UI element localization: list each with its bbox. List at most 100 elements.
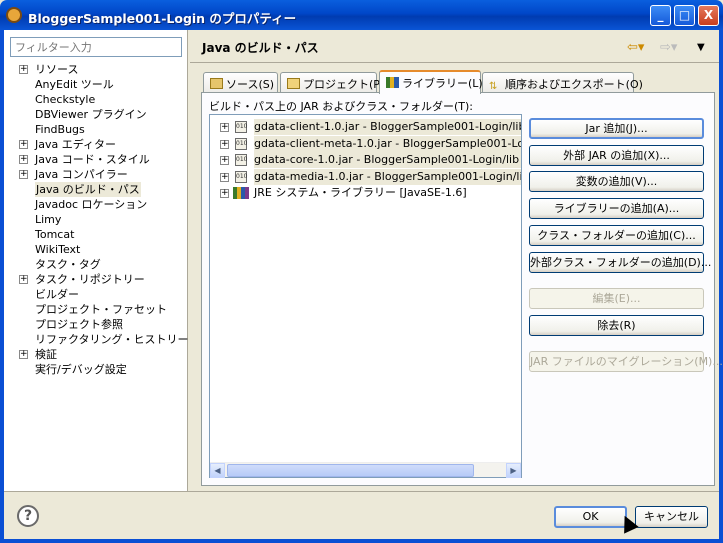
tree-item-label: リファクタリング・ヒストリー [35, 333, 189, 346]
expand-icon[interactable]: + [19, 155, 28, 164]
list-item-label: gdata-core-1.0.jar - BloggerSample001-Lo… [254, 152, 521, 168]
list-item[interactable]: +010 gdata-core-1.0.jar - BloggerSample00… [210, 152, 521, 168]
jar-file-icon: 010 [235, 154, 247, 166]
tab-projects[interactable]: プロジェクト(P) [280, 72, 384, 93]
tree-item[interactable]: + リソース [4, 62, 188, 77]
tab-libraries[interactable]: ライブラリー(L) [379, 70, 483, 94]
list-item[interactable]: + JRE システム・ライブラリー [JavaSE-1.6] [210, 185, 521, 201]
tree-item-label: プロジェクト参照 [35, 318, 123, 331]
eclipse-app-icon [6, 7, 22, 23]
tab-source[interactable]: ソース(S) [203, 72, 278, 93]
add-class-folder-button[interactable]: クラス・フォルダーの追加(C)... [529, 225, 704, 246]
project-folder-icon [287, 78, 300, 89]
filter-input[interactable] [10, 37, 182, 57]
window-title: BloggerSample001-Login のプロパティー [28, 11, 297, 26]
expand-icon[interactable]: + [19, 140, 28, 149]
list-item-label: JRE システム・ライブラリー [JavaSE-1.6] [254, 186, 467, 199]
tree-item[interactable]: Limy [4, 212, 188, 227]
close-button[interactable]: X [698, 5, 719, 26]
jar-file-icon: 010 [235, 170, 247, 183]
expand-icon[interactable]: + [220, 156, 229, 165]
list-item[interactable]: +010 gdata-client-meta-1.0.jar - BloggerS… [210, 135, 521, 152]
scroll-right-icon[interactable]: ▶ [506, 463, 521, 478]
edit-button[interactable]: 編集(E)... [529, 288, 704, 309]
tree-item[interactable]: + Java エディター [4, 137, 188, 152]
tree-item-label: WikiText [35, 243, 81, 256]
migrate-jar-button[interactable]: JAR ファイルのマイグレーション(M)... [529, 351, 723, 372]
tree-item[interactable]: ビルダー [4, 287, 188, 302]
tree-item[interactable]: + Java コンパイラー [4, 167, 188, 182]
tab-order-export[interactable]: ⇅ 順序およびエクスポート(O) [482, 72, 643, 93]
list-item-label: gdata-media-1.0.jar - BloggerSample001-L… [254, 168, 521, 185]
view-menu-icon[interactable]: ▼ [697, 42, 705, 53]
ok-button[interactable]: OK [554, 506, 627, 528]
header-divider [190, 62, 719, 63]
tree-item-label: タスク・リポジトリー [35, 273, 145, 286]
jar-file-icon: 010 [235, 121, 247, 133]
build-path-list[interactable]: +010 gdata-client-1.0.jar - BloggerSample… [209, 114, 522, 478]
tree-item[interactable]: + 検証 [4, 347, 188, 362]
tab-label: ソース(S) [226, 78, 275, 91]
expand-icon[interactable]: + [19, 170, 28, 179]
add-external-jar-button[interactable]: 外部 JAR の追加(X)... [529, 145, 704, 166]
expand-icon[interactable]: + [19, 350, 28, 359]
source-folder-icon [210, 78, 223, 89]
list-item[interactable]: +010 gdata-client-1.0.jar - BloggerSample… [210, 119, 521, 135]
tree-item[interactable]: プロジェクト参照 [4, 317, 188, 332]
tree-item-label: 検証 [35, 348, 57, 361]
tree-item[interactable]: Javadoc ロケーション [4, 197, 188, 212]
page-header: Java のビルド・パス ⇦▾ ⇨▾ ▼ [190, 30, 719, 62]
list-item-label: gdata-client-1.0.jar - BloggerSample001-… [254, 119, 521, 135]
order-export-icon: ⇅ [489, 81, 498, 92]
minimize-button[interactable]: _ [650, 5, 671, 26]
expand-icon[interactable]: + [220, 172, 229, 182]
title-bar[interactable]: BloggerSample001-Login のプロパティー _ □ X [0, 0, 723, 30]
tree-item[interactable]: タスク・タグ [4, 257, 188, 272]
expand-icon[interactable]: + [19, 275, 28, 284]
tree-item-label: Java コンパイラー [35, 168, 128, 181]
scroll-left-icon[interactable]: ◀ [210, 463, 225, 478]
cancel-button[interactable]: キャンセル [635, 506, 708, 528]
tree-item[interactable]: WikiText [4, 242, 188, 257]
forward-arrow-icon[interactable]: ⇨▾ [660, 40, 677, 55]
tree-item-label: ビルダー [35, 288, 79, 301]
jar-file-icon: 010 [235, 137, 247, 150]
help-icon[interactable]: ? [17, 505, 39, 527]
list-item[interactable]: +010 gdata-media-1.0.jar - BloggerSample0… [210, 168, 521, 185]
tree-item[interactable]: Java のビルド・パス [4, 182, 188, 197]
add-variable-button[interactable]: 変数の追加(V)... [529, 171, 704, 192]
remove-button[interactable]: 除去(R) [529, 315, 704, 336]
add-jar-button[interactable]: Jar 追加(J)... [529, 118, 704, 139]
scroll-thumb[interactable] [227, 464, 474, 477]
tree-item[interactable]: Checkstyle [4, 92, 188, 107]
add-library-button[interactable]: ライブラリーの追加(A)... [529, 198, 704, 219]
add-external-class-folder-button[interactable]: 外部クラス・フォルダーの追加(D)... [529, 252, 711, 273]
build-path-label: ビルド・パス上の JAR およびクラス・フォルダー(T): [209, 100, 473, 113]
tree-item-label: FindBugs [35, 123, 85, 136]
library-icon [233, 187, 249, 199]
horizontal-scrollbar[interactable]: ◀ ▶ [210, 462, 521, 478]
tab-label: 順序およびエクスポート(O) [505, 78, 643, 91]
tree-item-label: Javadoc ロケーション [35, 198, 148, 211]
tree-item[interactable]: Tomcat [4, 227, 188, 242]
tree-item[interactable]: FindBugs [4, 122, 188, 137]
tree-item-label: 実行/デバッグ設定 [35, 363, 127, 376]
expand-icon[interactable]: + [220, 189, 229, 198]
tree-item[interactable]: 実行/デバッグ設定 [4, 362, 188, 377]
list-item-label: gdata-client-meta-1.0.jar - BloggerSampl… [254, 135, 521, 152]
expand-icon[interactable]: + [220, 139, 229, 149]
tree-item[interactable]: リファクタリング・ヒストリー [4, 332, 189, 347]
expand-icon[interactable]: + [19, 65, 28, 74]
library-books-icon [386, 77, 399, 88]
maximize-button[interactable]: □ [674, 5, 695, 26]
tree-item[interactable]: + Java コード・スタイル [4, 152, 188, 167]
expand-icon[interactable]: + [220, 123, 229, 132]
tree-item-label: プロジェクト・ファセット [35, 303, 167, 316]
tree-item[interactable]: + タスク・リポジトリー [4, 272, 188, 287]
tree-item[interactable]: DBViewer プラグイン [4, 107, 188, 122]
tree-item[interactable]: プロジェクト・ファセット [4, 302, 188, 317]
tree-item[interactable]: AnyEdit ツール [4, 77, 188, 92]
tree-item-label: AnyEdit ツール [35, 78, 114, 91]
back-arrow-icon[interactable]: ⇦▾ [627, 40, 644, 55]
property-page-navigator: + リソース AnyEdit ツール Checkstyle DBViewer プラグイン… [4, 30, 189, 491]
